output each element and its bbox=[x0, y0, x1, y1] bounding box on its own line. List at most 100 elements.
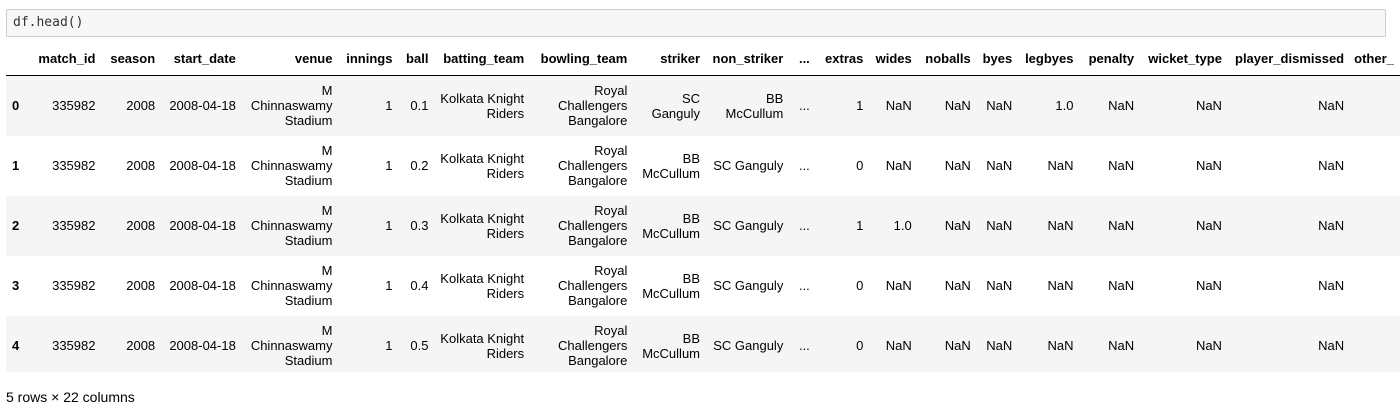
table-cell: 2008-04-18 bbox=[169, 98, 236, 114]
table-cell: Kolkata Knight Riders bbox=[440, 270, 525, 301]
table-cell: Kolkata Knight Riders bbox=[440, 210, 525, 241]
table-cell: NaN bbox=[1318, 278, 1345, 293]
table-cell: 1 bbox=[385, 218, 393, 233]
table-cell: NaN bbox=[1047, 338, 1074, 353]
table-cell: NaN bbox=[986, 158, 1013, 173]
table-cell: 2008 bbox=[126, 278, 156, 293]
table-cell: NaN bbox=[885, 158, 912, 173]
column-header: start_date bbox=[161, 42, 242, 76]
table-cell: NaN bbox=[1195, 98, 1222, 114]
column-header: innings bbox=[338, 42, 399, 76]
table-cell: 0.5 bbox=[410, 338, 429, 353]
table-cell: SC Ganguly bbox=[713, 278, 784, 293]
table-cell: Royal Challengers Bangalore bbox=[557, 203, 628, 248]
table-cell: NaN bbox=[1195, 218, 1222, 233]
table-cell bbox=[1350, 76, 1400, 136]
table-cell: SC Ganguly bbox=[713, 218, 784, 233]
table-cell: 335982 bbox=[52, 218, 96, 233]
table-cell: 335982 bbox=[52, 98, 96, 114]
table-cell: Kolkata Knight Riders bbox=[440, 90, 525, 121]
table-cell bbox=[1350, 316, 1400, 373]
table-cell: NaN bbox=[1195, 158, 1222, 173]
column-header: non_striker bbox=[706, 42, 790, 76]
column-header: match_id bbox=[27, 42, 102, 76]
table-cell: NaN bbox=[1318, 338, 1345, 353]
table-cell: Kolkata Knight Riders bbox=[440, 150, 525, 181]
table-cell: M Chinnaswamy Stadium bbox=[250, 323, 333, 368]
table-cell: M Chinnaswamy Stadium bbox=[250, 263, 333, 308]
table-cell: NaN bbox=[986, 218, 1013, 233]
table-cell bbox=[1350, 256, 1400, 316]
column-header: venue bbox=[241, 42, 339, 76]
table-cell: 2008-04-18 bbox=[169, 218, 236, 233]
table-cell: 0 bbox=[856, 278, 864, 293]
row-index: 4 bbox=[12, 338, 20, 353]
table-cell: NaN bbox=[885, 98, 912, 114]
table-cell: BB McCullum bbox=[642, 150, 701, 181]
table-cell: NaN bbox=[1318, 218, 1345, 233]
table-cell: Royal Challengers Bangalore bbox=[557, 143, 628, 188]
table-cell: 0.1 bbox=[410, 98, 429, 114]
table-cell: 1 bbox=[385, 98, 393, 114]
table-cell: Royal Challengers Bangalore bbox=[557, 263, 628, 308]
row-index: 3 bbox=[12, 278, 20, 293]
table-cell: NaN bbox=[885, 278, 912, 293]
table-cell: NaN bbox=[986, 98, 1013, 114]
table-row: 3 335982 2008 2008-04-18 M Chinnaswamy S… bbox=[6, 256, 1400, 316]
table-cell: SC Ganguly bbox=[651, 90, 701, 121]
row-index: 0 bbox=[12, 98, 20, 114]
table-cell: BB McCullum bbox=[642, 270, 701, 301]
table-cell: NaN bbox=[944, 218, 971, 233]
table-cell: 2008-04-18 bbox=[169, 158, 236, 173]
table-cell: NaN bbox=[1108, 158, 1135, 173]
code-cell-input[interactable]: df.head() bbox=[6, 9, 1386, 37]
table-cell: 2008 bbox=[126, 218, 156, 233]
table-cell: Royal Challengers Bangalore bbox=[557, 83, 628, 129]
table-cell: 0.3 bbox=[410, 218, 429, 233]
table-cell: NaN bbox=[986, 278, 1013, 293]
shape-summary: 5 rows × 22 columns bbox=[6, 389, 135, 405]
column-header: player_dismissed bbox=[1227, 42, 1351, 76]
table-cell: SC Ganguly bbox=[713, 338, 784, 353]
table-cell: BB McCullum bbox=[725, 90, 784, 121]
output-area: match_id season start_date venue innings… bbox=[0, 42, 1400, 372]
table-cell: NaN bbox=[1108, 278, 1135, 293]
table-cell: M Chinnaswamy Stadium bbox=[250, 143, 333, 188]
table-cell: NaN bbox=[944, 278, 971, 293]
table-cell: 335982 bbox=[52, 278, 96, 293]
table-cell: NaN bbox=[885, 338, 912, 353]
code-text: df.head() bbox=[13, 15, 84, 30]
column-header: wides bbox=[869, 42, 918, 76]
table-row: 0 335982 2008 2008-04-18 M Chinnaswamy S… bbox=[6, 75, 1400, 136]
table-cell: NaN bbox=[1108, 218, 1135, 233]
table-cell: M Chinnaswamy Stadium bbox=[250, 203, 333, 248]
table-cell: 2008 bbox=[126, 98, 156, 114]
table-cell: 2008-04-18 bbox=[169, 278, 236, 293]
column-header: batting_team bbox=[434, 42, 531, 76]
column-header: wicket_type bbox=[1140, 42, 1228, 76]
table-cell: 2008 bbox=[126, 338, 156, 353]
table-cell: BB McCullum bbox=[642, 210, 701, 241]
table-cell: 1 bbox=[385, 158, 393, 173]
table-cell: 335982 bbox=[52, 338, 96, 353]
column-header: noballs bbox=[917, 42, 977, 76]
table-cell: 1 bbox=[385, 278, 393, 293]
table-cell: 1.0 bbox=[893, 218, 912, 233]
column-header: other_ bbox=[1350, 42, 1400, 76]
table-cell: NaN bbox=[1108, 98, 1135, 114]
table-cell: 335982 bbox=[52, 158, 96, 173]
table-cell: NaN bbox=[1108, 338, 1135, 353]
table-cell: 0 bbox=[856, 338, 864, 353]
table-cell: SC Ganguly bbox=[713, 158, 784, 173]
column-header: striker bbox=[633, 42, 707, 76]
header-row: match_id season start_date venue innings… bbox=[6, 42, 1400, 76]
column-header: ball bbox=[398, 42, 435, 76]
table-cell: NaN bbox=[1047, 278, 1074, 293]
table-cell bbox=[1350, 136, 1400, 196]
column-header: bowling_team bbox=[530, 42, 634, 76]
table-cell: Kolkata Knight Riders bbox=[440, 330, 525, 361]
table-row: 2 335982 2008 2008-04-18 M Chinnaswamy S… bbox=[6, 195, 1400, 256]
table-cell: 1.0 bbox=[1055, 98, 1074, 114]
table-cell: 1 bbox=[856, 98, 864, 114]
table-cell: NaN bbox=[944, 158, 971, 173]
